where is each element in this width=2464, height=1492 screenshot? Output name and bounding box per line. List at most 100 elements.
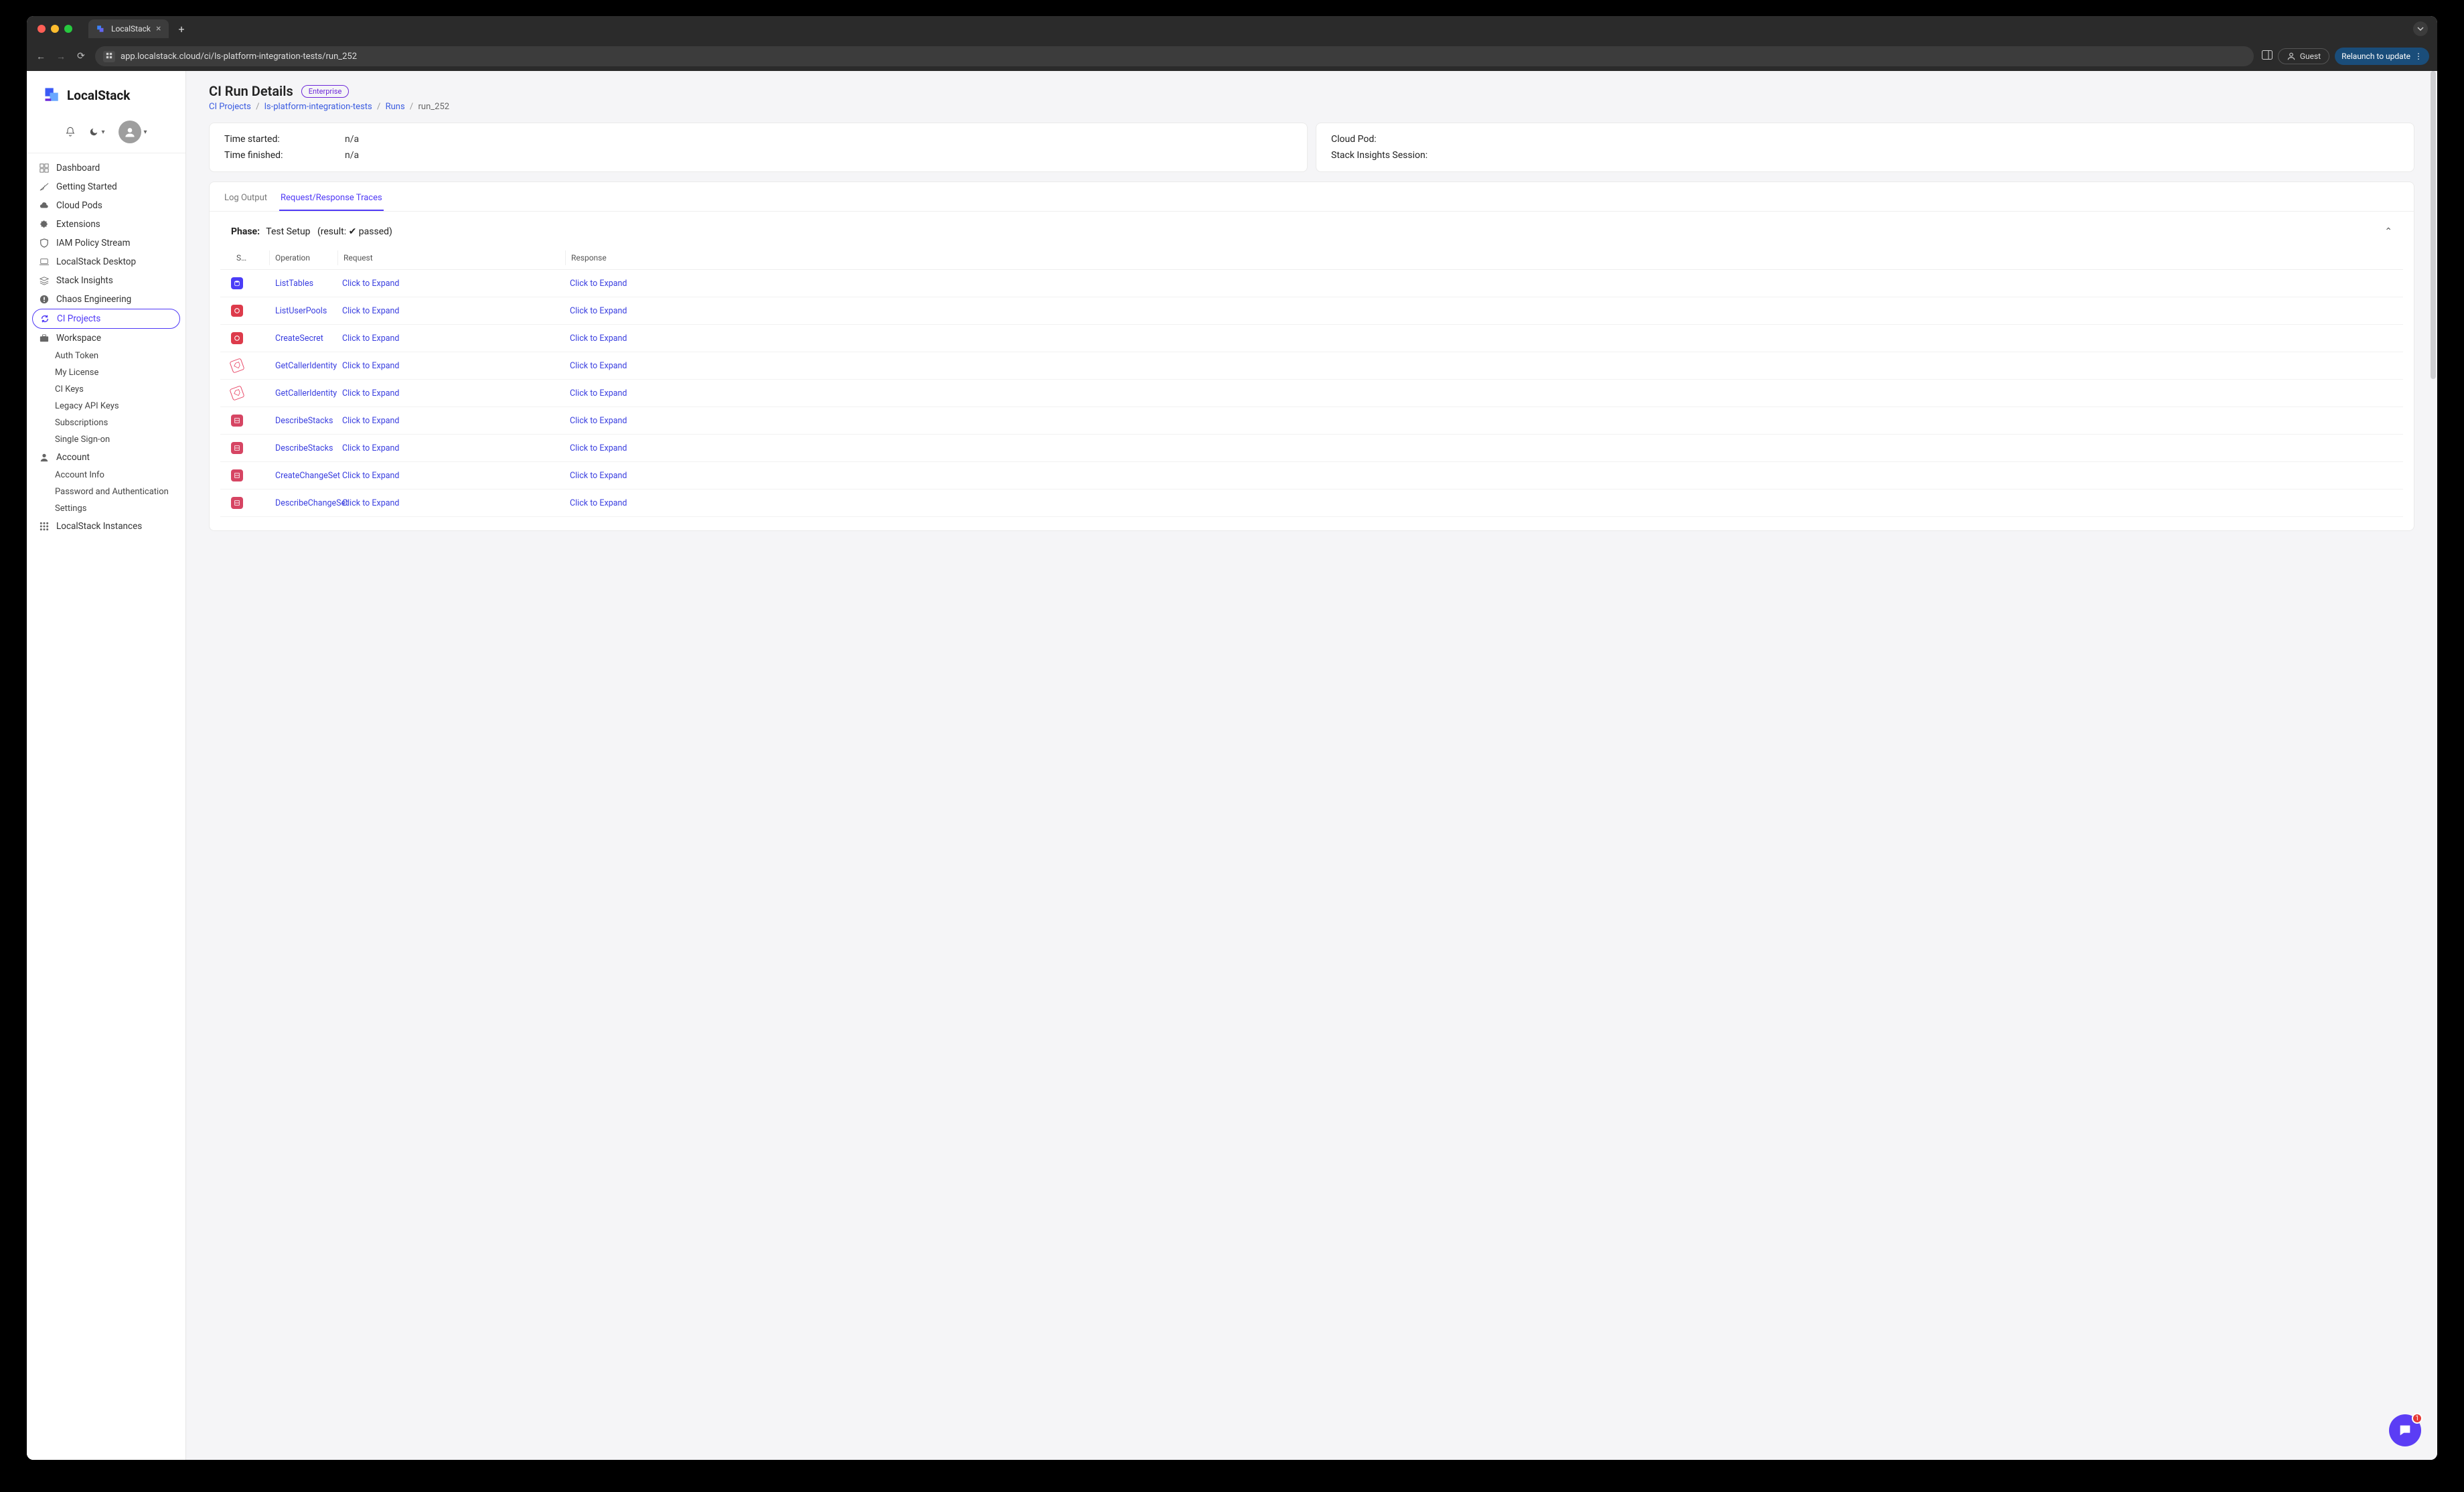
- sidebar-sub-item[interactable]: Subscriptions: [32, 415, 180, 431]
- reload-button[interactable]: ⟳: [75, 51, 87, 62]
- expand-response-link[interactable]: Click to Expand: [570, 361, 2392, 371]
- chat-widget-button[interactable]: 1: [2389, 1414, 2421, 1446]
- brand[interactable]: LocalStack: [27, 71, 185, 114]
- window-controls: [32, 25, 78, 33]
- sidebar-sub-item[interactable]: CI Keys: [32, 381, 180, 398]
- sidebar-item-iam-policy-stream[interactable]: IAM Policy Stream: [32, 234, 180, 252]
- time-finished-label: Time finished:: [224, 150, 345, 161]
- sidebar-sub-item[interactable]: Auth Token: [32, 348, 180, 364]
- operation-link[interactable]: CreateChangeSet: [270, 471, 342, 481]
- profile-button[interactable]: Guest: [2278, 48, 2329, 64]
- time-finished-value: n/a: [345, 150, 359, 161]
- sidebar-sub-item[interactable]: My License: [32, 364, 180, 381]
- sidebar-item-instances[interactable]: LocalStack Instances: [32, 517, 180, 536]
- close-window-button[interactable]: [37, 25, 46, 33]
- theme-toggle[interactable]: ▾: [89, 127, 104, 137]
- expand-response-link[interactable]: Click to Expand: [570, 388, 2392, 398]
- relaunch-button[interactable]: Relaunch to update ⋮: [2335, 48, 2429, 65]
- back-button[interactable]: ←: [35, 51, 47, 62]
- table-row: DescribeStacksClick to ExpandClick to Ex…: [220, 435, 2403, 462]
- operation-link[interactable]: DescribeStacks: [270, 416, 342, 426]
- sidebar-item-account[interactable]: Account: [32, 448, 180, 467]
- scrollbar[interactable]: [2429, 71, 2437, 1460]
- info-cards: Time started: n/a Time finished: n/a Clo…: [209, 123, 2414, 172]
- sidebar-item-chaos-engineering[interactable]: Chaos Engineering: [32, 290, 180, 309]
- refresh-icon: [40, 313, 50, 324]
- operation-link[interactable]: GetCallerIdentity: [270, 361, 342, 371]
- operation-link[interactable]: ListUserPools: [270, 306, 342, 316]
- expand-response-link[interactable]: Click to Expand: [570, 498, 2392, 508]
- side-panel-icon[interactable]: [2262, 50, 2273, 62]
- expand-request-link[interactable]: Click to Expand: [342, 279, 570, 289]
- operation-link[interactable]: GetCallerIdentity: [270, 388, 342, 398]
- cloud-pod-label: Cloud Pod:: [1331, 134, 1452, 145]
- sidebar-item-dashboard[interactable]: Dashboard: [32, 159, 180, 177]
- chevron-up-icon[interactable]: ⌃: [2384, 226, 2392, 237]
- account-menu[interactable]: ▾: [119, 121, 147, 143]
- nav-label: LocalStack Desktop: [56, 256, 136, 267]
- breadcrumb-project[interactable]: ls-platform-integration-tests: [264, 102, 372, 112]
- table-row: DescribeStacksClick to ExpandClick to Ex…: [220, 407, 2403, 435]
- expand-request-link[interactable]: Click to Expand: [342, 416, 570, 426]
- col-header-operation: Operation: [270, 250, 338, 265]
- tab-request-response-traces[interactable]: Request/Response Traces: [279, 189, 384, 211]
- sidebar-sub-item[interactable]: Single Sign-on: [32, 431, 180, 448]
- new-tab-button[interactable]: +: [174, 23, 188, 35]
- expand-request-link[interactable]: Click to Expand: [342, 333, 570, 344]
- sidebar-sub-item[interactable]: Settings: [32, 500, 180, 517]
- phase-header[interactable]: Phase: Test Setup (result: ✔ passed) ⌃: [210, 212, 2414, 246]
- sidebar-sub-item[interactable]: Password and Authentication: [32, 483, 180, 500]
- tab-log-output[interactable]: Log Output: [223, 189, 268, 211]
- phase-name: Test Setup: [266, 226, 310, 237]
- expand-response-link[interactable]: Click to Expand: [570, 471, 2392, 481]
- app-viewport: LocalStack ▾ ▾: [27, 71, 2437, 1460]
- tab-close-icon[interactable]: ×: [156, 23, 161, 34]
- sidebar-item-getting-started[interactable]: Getting Started: [32, 177, 180, 196]
- expand-request-link[interactable]: Click to Expand: [342, 471, 570, 481]
- breadcrumb-runs[interactable]: Runs: [386, 102, 405, 112]
- site-settings-icon[interactable]: [103, 51, 115, 62]
- person-icon: [39, 452, 50, 463]
- url-input[interactable]: app.localstack.cloud/ci/ls-platform-inte…: [95, 46, 2254, 66]
- expand-request-link[interactable]: Click to Expand: [342, 498, 570, 508]
- operation-link[interactable]: ListTables: [270, 279, 342, 289]
- layers-icon: [39, 275, 50, 286]
- col-header-response: Response: [566, 250, 2392, 265]
- expand-request-link[interactable]: Click to Expand: [342, 306, 570, 316]
- expand-request-link[interactable]: Click to Expand: [342, 443, 570, 453]
- moon-icon: [89, 127, 98, 137]
- service-cloudformation-icon: [231, 469, 243, 481]
- sidebar-item-workspace[interactable]: Workspace: [32, 329, 180, 348]
- bell-icon: [65, 127, 76, 137]
- scrollbar-thumb[interactable]: [2431, 71, 2436, 379]
- operation-link[interactable]: DescribeStacks: [270, 443, 342, 453]
- expand-response-link[interactable]: Click to Expand: [570, 306, 2392, 316]
- sidebar-item-stack-insights[interactable]: Stack Insights: [32, 271, 180, 290]
- service-sts-icon: [229, 358, 244, 373]
- expand-request-link[interactable]: Click to Expand: [342, 361, 570, 371]
- maximize-window-button[interactable]: [64, 25, 72, 33]
- expand-response-link[interactable]: Click to Expand: [570, 333, 2392, 344]
- operation-link[interactable]: CreateSecret: [270, 333, 342, 344]
- breadcrumb-ci-projects[interactable]: CI Projects: [209, 102, 251, 112]
- timing-card: Time started: n/a Time finished: n/a: [209, 123, 1308, 172]
- forward-button[interactable]: →: [55, 51, 67, 62]
- expand-response-link[interactable]: Click to Expand: [570, 443, 2392, 453]
- operation-link[interactable]: DescribeChangeSet: [270, 498, 342, 508]
- sidebar-item-extensions[interactable]: Extensions: [32, 215, 180, 234]
- expand-response-link[interactable]: Click to Expand: [570, 279, 2392, 289]
- window-menu-button[interactable]: [2413, 21, 2428, 36]
- sidebar-item-cloud-pods[interactable]: Cloud Pods: [32, 196, 180, 215]
- sidebar-sub-item[interactable]: Legacy API Keys: [32, 398, 180, 415]
- expand-response-link[interactable]: Click to Expand: [570, 416, 2392, 426]
- insights-label: Stack Insights Session:: [1331, 150, 1428, 161]
- time-started-label: Time started:: [224, 134, 345, 145]
- workspace-subnav: Auth TokenMy LicenseCI KeysLegacy API Ke…: [32, 348, 180, 448]
- browser-tab[interactable]: LocalStack ×: [88, 19, 169, 38]
- sidebar-item-ci-projects[interactable]: CI Projects: [32, 309, 180, 329]
- minimize-window-button[interactable]: [51, 25, 59, 33]
- sidebar-item-desktop[interactable]: LocalStack Desktop: [32, 252, 180, 271]
- expand-request-link[interactable]: Click to Expand: [342, 388, 570, 398]
- notifications-button[interactable]: [65, 127, 76, 137]
- sidebar-sub-item[interactable]: Account Info: [32, 467, 180, 483]
